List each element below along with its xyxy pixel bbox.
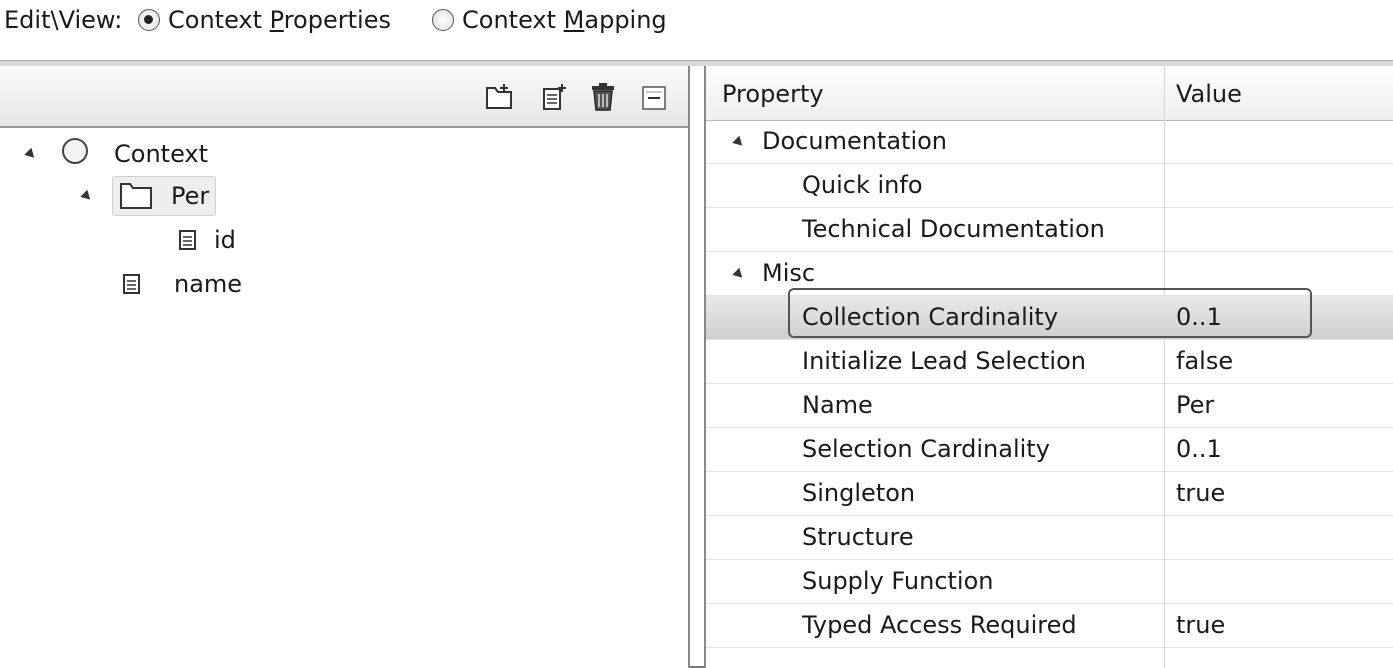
expand-triangle-icon[interactable] [732, 267, 746, 282]
property-row-selected[interactable]: Collection Cardinality 0..1 [706, 296, 1393, 340]
folder-icon [119, 182, 153, 210]
property-value[interactable]: true [1176, 611, 1225, 639]
property-row[interactable]: Structure [706, 516, 1393, 560]
property-name: Technical Documentation [802, 215, 1105, 243]
property-row[interactable]: Technical Documentation [706, 208, 1393, 252]
property-name: Quick info [802, 171, 923, 199]
radio-context-properties-label: Context Properties [168, 6, 391, 34]
edit-view-label: Edit\View: [4, 6, 123, 34]
circle-icon [60, 136, 90, 172]
property-value[interactable]: Per [1176, 391, 1214, 419]
delete-icon[interactable] [588, 82, 618, 112]
edit-view-bar: Edit\View: Context Properties Context Ma… [0, 0, 1393, 60]
property-row[interactable]: Quick info [706, 164, 1393, 208]
tree-node-context[interactable]: Context [24, 134, 209, 174]
expand-triangle-icon[interactable] [24, 147, 38, 161]
collapse-icon[interactable] [640, 82, 670, 112]
property-row[interactable]: Typed Access Required true [706, 604, 1393, 648]
radio-context-properties[interactable]: Context Properties [138, 6, 391, 34]
property-name: Selection Cardinality [802, 435, 1050, 463]
property-name: Structure [802, 523, 914, 551]
property-name: Typed Access Required [802, 611, 1077, 639]
tree-node-per-selection[interactable]: Per [112, 176, 217, 216]
category-misc[interactable]: Misc [706, 252, 1393, 296]
properties-pane: Property Value Documentation Quick info … [704, 66, 1393, 668]
property-name: Initialize Lead Selection [802, 347, 1086, 375]
property-name: Collection Cardinality [802, 303, 1059, 331]
property-row[interactable]: Initialize Lead Selection false [706, 340, 1393, 384]
property-value[interactable]: false [1176, 347, 1233, 375]
radio-context-mapping[interactable]: Context Mapping [432, 6, 667, 34]
tree-toolbar [0, 66, 688, 128]
tree-attr-id[interactable]: id [178, 220, 236, 260]
property-value[interactable]: 0..1 [1176, 435, 1222, 463]
radio-unchecked-icon[interactable] [432, 9, 454, 31]
tree-node-per[interactable]: Per [80, 176, 217, 216]
radio-context-mapping-label: Context Mapping [462, 6, 667, 34]
category-label: Misc [762, 259, 816, 287]
attribute-icon [178, 229, 198, 251]
radio-checked-icon[interactable] [138, 9, 160, 31]
value-column-header[interactable]: Value [1176, 80, 1242, 108]
expand-triangle-icon[interactable] [732, 135, 746, 150]
property-value[interactable]: 0..1 [1176, 303, 1222, 331]
property-name: Supply Function [802, 567, 994, 595]
property-name: Singleton [802, 479, 916, 507]
tree-attr-label: id [214, 226, 236, 254]
category-label: Documentation [762, 127, 948, 155]
properties-header: Property Value [706, 66, 1393, 121]
property-value[interactable]: true [1176, 479, 1225, 507]
attribute-icon [122, 273, 142, 295]
property-row[interactable]: Name Per [706, 384, 1393, 428]
property-name: Name [802, 391, 873, 419]
property-column-header[interactable]: Property [722, 80, 824, 108]
new-attribute-icon[interactable] [540, 82, 570, 112]
tree-attr-name[interactable]: name [122, 264, 242, 304]
tree-node-label: Context [114, 140, 209, 168]
new-node-icon[interactable] [484, 82, 514, 112]
tree-node-label: Per [171, 182, 210, 210]
context-tree-pane: Context Per id name [0, 66, 690, 668]
expand-triangle-icon[interactable] [80, 189, 94, 203]
property-row[interactable]: Selection Cardinality 0..1 [706, 428, 1393, 472]
tree-attr-label: name [174, 270, 243, 298]
property-row[interactable]: Supply Function [706, 560, 1393, 604]
category-documentation[interactable]: Documentation [706, 120, 1393, 164]
property-row[interactable]: Singleton true [706, 472, 1393, 516]
